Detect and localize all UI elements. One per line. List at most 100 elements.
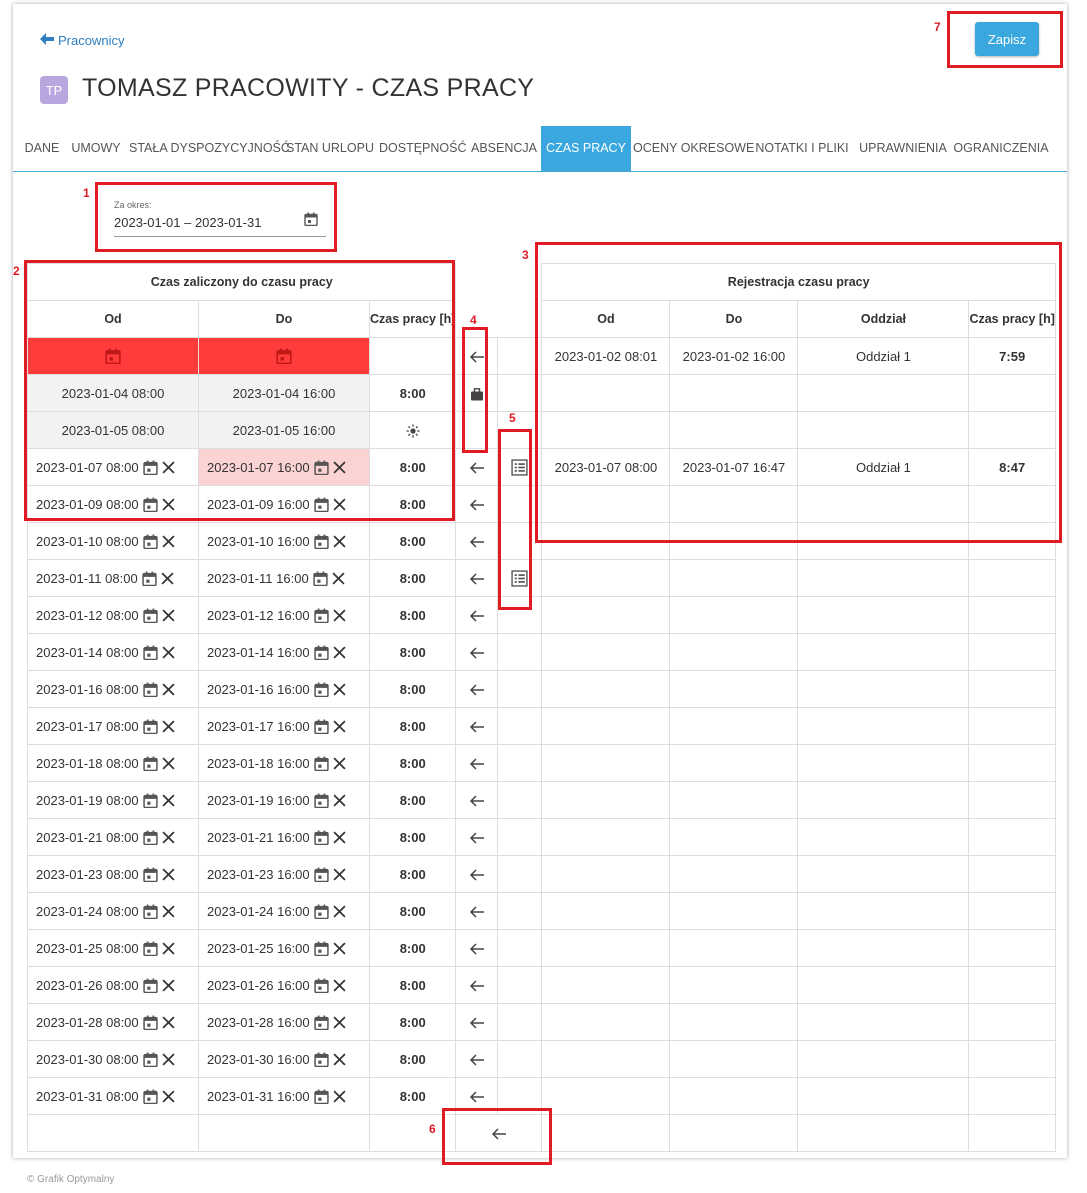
arrow-left-icon[interactable] <box>469 794 485 808</box>
clear-icon[interactable] <box>333 534 346 548</box>
od-value[interactable]: 2023-01-31 08:00 <box>36 1089 139 1104</box>
clear-icon[interactable] <box>333 941 346 955</box>
od-value[interactable]: 2023-01-24 08:00 <box>36 904 139 919</box>
copy-arrow-cell[interactable] <box>455 855 499 893</box>
tab-umowy[interactable]: UMOWY <box>65 126 127 171</box>
od-cell[interactable]: 2023-01-23 08:00 <box>27 855 199 893</box>
do-value[interactable]: 2023-01-19 16:00 <box>207 793 310 808</box>
tab-dostepnosc[interactable]: DOSTĘPNOŚĆ <box>379 126 467 171</box>
back-link[interactable]: Pracownicy <box>40 32 124 48</box>
calendar-icon[interactable] <box>142 608 158 623</box>
clear-icon[interactable] <box>333 978 346 992</box>
arrow-left-icon[interactable] <box>469 535 485 549</box>
od-value[interactable]: 2023-01-30 08:00 <box>36 1052 139 1067</box>
od-cell[interactable]: 2023-01-24 08:00 <box>27 892 199 930</box>
do-value[interactable]: 2023-01-14 16:00 <box>207 645 310 660</box>
od-value[interactable]: 2023-01-11 08:00 <box>36 571 138 586</box>
calendar-icon[interactable] <box>313 1089 329 1104</box>
tab-ograniczenia[interactable]: OGRANICZENIA <box>953 126 1049 171</box>
calendar-icon[interactable] <box>142 904 158 919</box>
copy-arrow-cell[interactable] <box>455 966 499 1004</box>
do-cell[interactable]: 2023-01-21 16:00 <box>198 818 370 856</box>
tab-oceny-okresowe[interactable]: OCENY OKRESOWE <box>633 126 754 171</box>
copy-arrow-cell[interactable] <box>455 633 499 671</box>
calendar-icon[interactable] <box>313 571 328 586</box>
arrow-left-icon[interactable] <box>469 1053 485 1067</box>
od-cell[interactable]: 2023-01-11 08:00 <box>27 559 199 597</box>
do-value[interactable]: 2023-01-10 16:00 <box>207 534 310 549</box>
calendar-icon[interactable] <box>142 793 158 808</box>
od-cell[interactable]: 2023-01-21 08:00 <box>27 818 199 856</box>
do-cell[interactable]: 2023-01-25 16:00 <box>198 929 370 967</box>
do-cell[interactable]: 2023-01-19 16:00 <box>198 781 370 819</box>
copy-arrow-cell[interactable] <box>455 707 499 745</box>
clear-icon[interactable] <box>333 682 346 696</box>
do-cell[interactable]: 2023-01-24 16:00 <box>198 892 370 930</box>
od-cell[interactable]: 2023-01-26 08:00 <box>27 966 199 1004</box>
do-value[interactable]: 2023-01-30 16:00 <box>207 1052 310 1067</box>
clear-icon[interactable] <box>162 1052 175 1066</box>
tab-dane[interactable]: DANE <box>19 126 65 171</box>
clear-icon[interactable] <box>162 608 175 622</box>
do-cell[interactable]: 2023-01-14 16:00 <box>198 633 370 671</box>
do-cell[interactable]: 2023-01-18 16:00 <box>198 744 370 782</box>
od-cell[interactable]: 2023-01-31 08:00 <box>27 1077 199 1115</box>
do-value[interactable]: 2023-01-31 16:00 <box>207 1089 310 1104</box>
arrow-left-icon[interactable] <box>469 1090 485 1104</box>
calendar-icon[interactable] <box>313 645 329 660</box>
do-value[interactable]: 2023-01-18 16:00 <box>207 756 310 771</box>
calendar-icon[interactable] <box>313 608 329 623</box>
calendar-icon[interactable] <box>142 571 157 586</box>
arrow-left-icon[interactable] <box>469 646 485 660</box>
do-cell[interactable]: 2023-01-12 16:00 <box>198 596 370 634</box>
calendar-icon[interactable] <box>313 756 329 771</box>
copy-arrow-cell[interactable] <box>455 892 499 930</box>
od-value[interactable]: 2023-01-12 08:00 <box>36 608 139 623</box>
calendar-icon[interactable] <box>313 830 329 845</box>
calendar-icon[interactable] <box>142 830 158 845</box>
calendar-icon[interactable] <box>313 793 329 808</box>
od-value[interactable]: 2023-01-19 08:00 <box>36 793 139 808</box>
arrow-left-icon[interactable] <box>469 572 485 586</box>
clear-icon[interactable] <box>333 830 346 844</box>
clear-icon[interactable] <box>333 793 346 807</box>
clear-icon[interactable] <box>333 1052 346 1066</box>
od-cell[interactable]: 2023-01-30 08:00 <box>27 1040 199 1078</box>
od-value[interactable]: 2023-01-14 08:00 <box>36 645 139 660</box>
clear-icon[interactable] <box>333 608 346 622</box>
arrow-left-icon[interactable] <box>469 905 485 919</box>
clear-icon[interactable] <box>332 571 345 585</box>
do-value[interactable]: 2023-01-23 16:00 <box>207 867 310 882</box>
calendar-icon[interactable] <box>313 867 329 882</box>
clear-icon[interactable] <box>333 719 346 733</box>
tab-absencja[interactable]: ABSENCJA <box>467 126 541 171</box>
arrow-left-icon[interactable] <box>469 1016 485 1030</box>
copy-arrow-cell[interactable] <box>455 929 499 967</box>
do-value[interactable]: 2023-01-25 16:00 <box>207 941 310 956</box>
arrow-left-icon[interactable] <box>469 609 485 623</box>
back-label[interactable]: Pracownicy <box>58 33 124 48</box>
od-value[interactable]: 2023-01-18 08:00 <box>36 756 139 771</box>
do-cell[interactable]: 2023-01-16 16:00 <box>198 670 370 708</box>
clear-icon[interactable] <box>162 830 175 844</box>
do-value[interactable]: 2023-01-28 16:00 <box>207 1015 310 1030</box>
do-value[interactable]: 2023-01-12 16:00 <box>207 608 310 623</box>
do-value[interactable]: 2023-01-16 16:00 <box>207 682 310 697</box>
clear-icon[interactable] <box>162 756 175 770</box>
clear-icon[interactable] <box>333 1089 346 1103</box>
copy-arrow-cell[interactable] <box>455 744 499 782</box>
do-value[interactable]: 2023-01-26 16:00 <box>207 978 310 993</box>
clear-icon[interactable] <box>333 1015 346 1029</box>
calendar-icon[interactable] <box>142 1089 158 1104</box>
od-value[interactable]: 2023-01-10 08:00 <box>36 534 139 549</box>
arrow-left-icon[interactable] <box>469 868 485 882</box>
calendar-icon[interactable] <box>142 1052 158 1067</box>
do-cell[interactable]: 2023-01-10 16:00 <box>198 522 370 560</box>
calendar-icon[interactable] <box>313 1015 329 1030</box>
tab-uprawnienia[interactable]: UPRAWNIENIA <box>855 126 951 171</box>
arrow-left-icon[interactable] <box>469 498 485 512</box>
od-cell[interactable]: 2023-01-19 08:00 <box>27 781 199 819</box>
calendar-icon[interactable] <box>142 645 158 660</box>
clear-icon[interactable] <box>162 941 175 955</box>
calendar-icon[interactable] <box>313 534 329 549</box>
